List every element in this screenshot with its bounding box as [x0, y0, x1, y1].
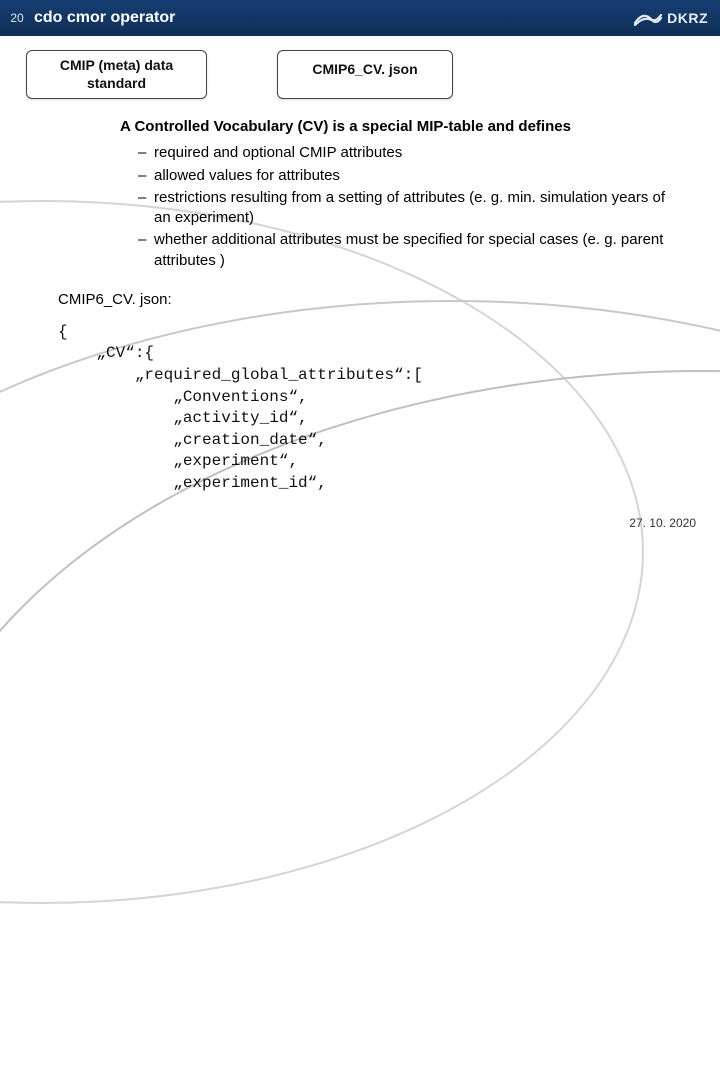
cv-intro: A Controlled Vocabulary (CV) is a specia… — [120, 117, 684, 137]
cv-bullet: required and optional CMIP attributes — [138, 143, 684, 163]
tab-cmip-standard: CMIP (meta) data standard — [26, 50, 207, 99]
code-block-label: CMIP6_CV. json: — [58, 291, 720, 308]
slide-title: cdo cmor operator — [34, 9, 633, 27]
slide-number: 20 — [0, 11, 34, 25]
cv-bullet: allowed values for attributes — [138, 166, 684, 186]
tab-cmip6-cv: CMIP6_CV. json — [277, 50, 453, 99]
cv-description: A Controlled Vocabulary (CV) is a specia… — [120, 117, 684, 271]
code-block: { „CV“:{ „required_global_attributes“:[ … — [58, 322, 720, 495]
tab-cmip-line1: CMIP (meta) data — [60, 57, 173, 73]
cv-intro-lead: A Controlled Vocabulary (CV) is a specia… — [120, 118, 571, 135]
slide-header: 20 cdo cmor operator DKRZ — [0, 0, 720, 36]
tab-cmip-line2: standard — [87, 75, 146, 91]
cv-bullet: restrictions resulting from a setting of… — [138, 188, 684, 229]
footer-date: 27. 10. 2020 — [629, 516, 696, 530]
cv-bullet: whether additional attributes must be sp… — [138, 230, 684, 271]
dkrz-logo-text: DKRZ — [667, 10, 708, 26]
tab-cmip6-cv-label: CMIP6_CV. json — [312, 61, 417, 77]
tab-row: CMIP (meta) data standard CMIP6_CV. json — [26, 50, 720, 99]
dkrz-logo: DKRZ — [633, 9, 708, 27]
dkrz-logo-icon — [633, 9, 663, 27]
cv-bullet-list: required and optional CMIP attributes al… — [138, 143, 684, 271]
